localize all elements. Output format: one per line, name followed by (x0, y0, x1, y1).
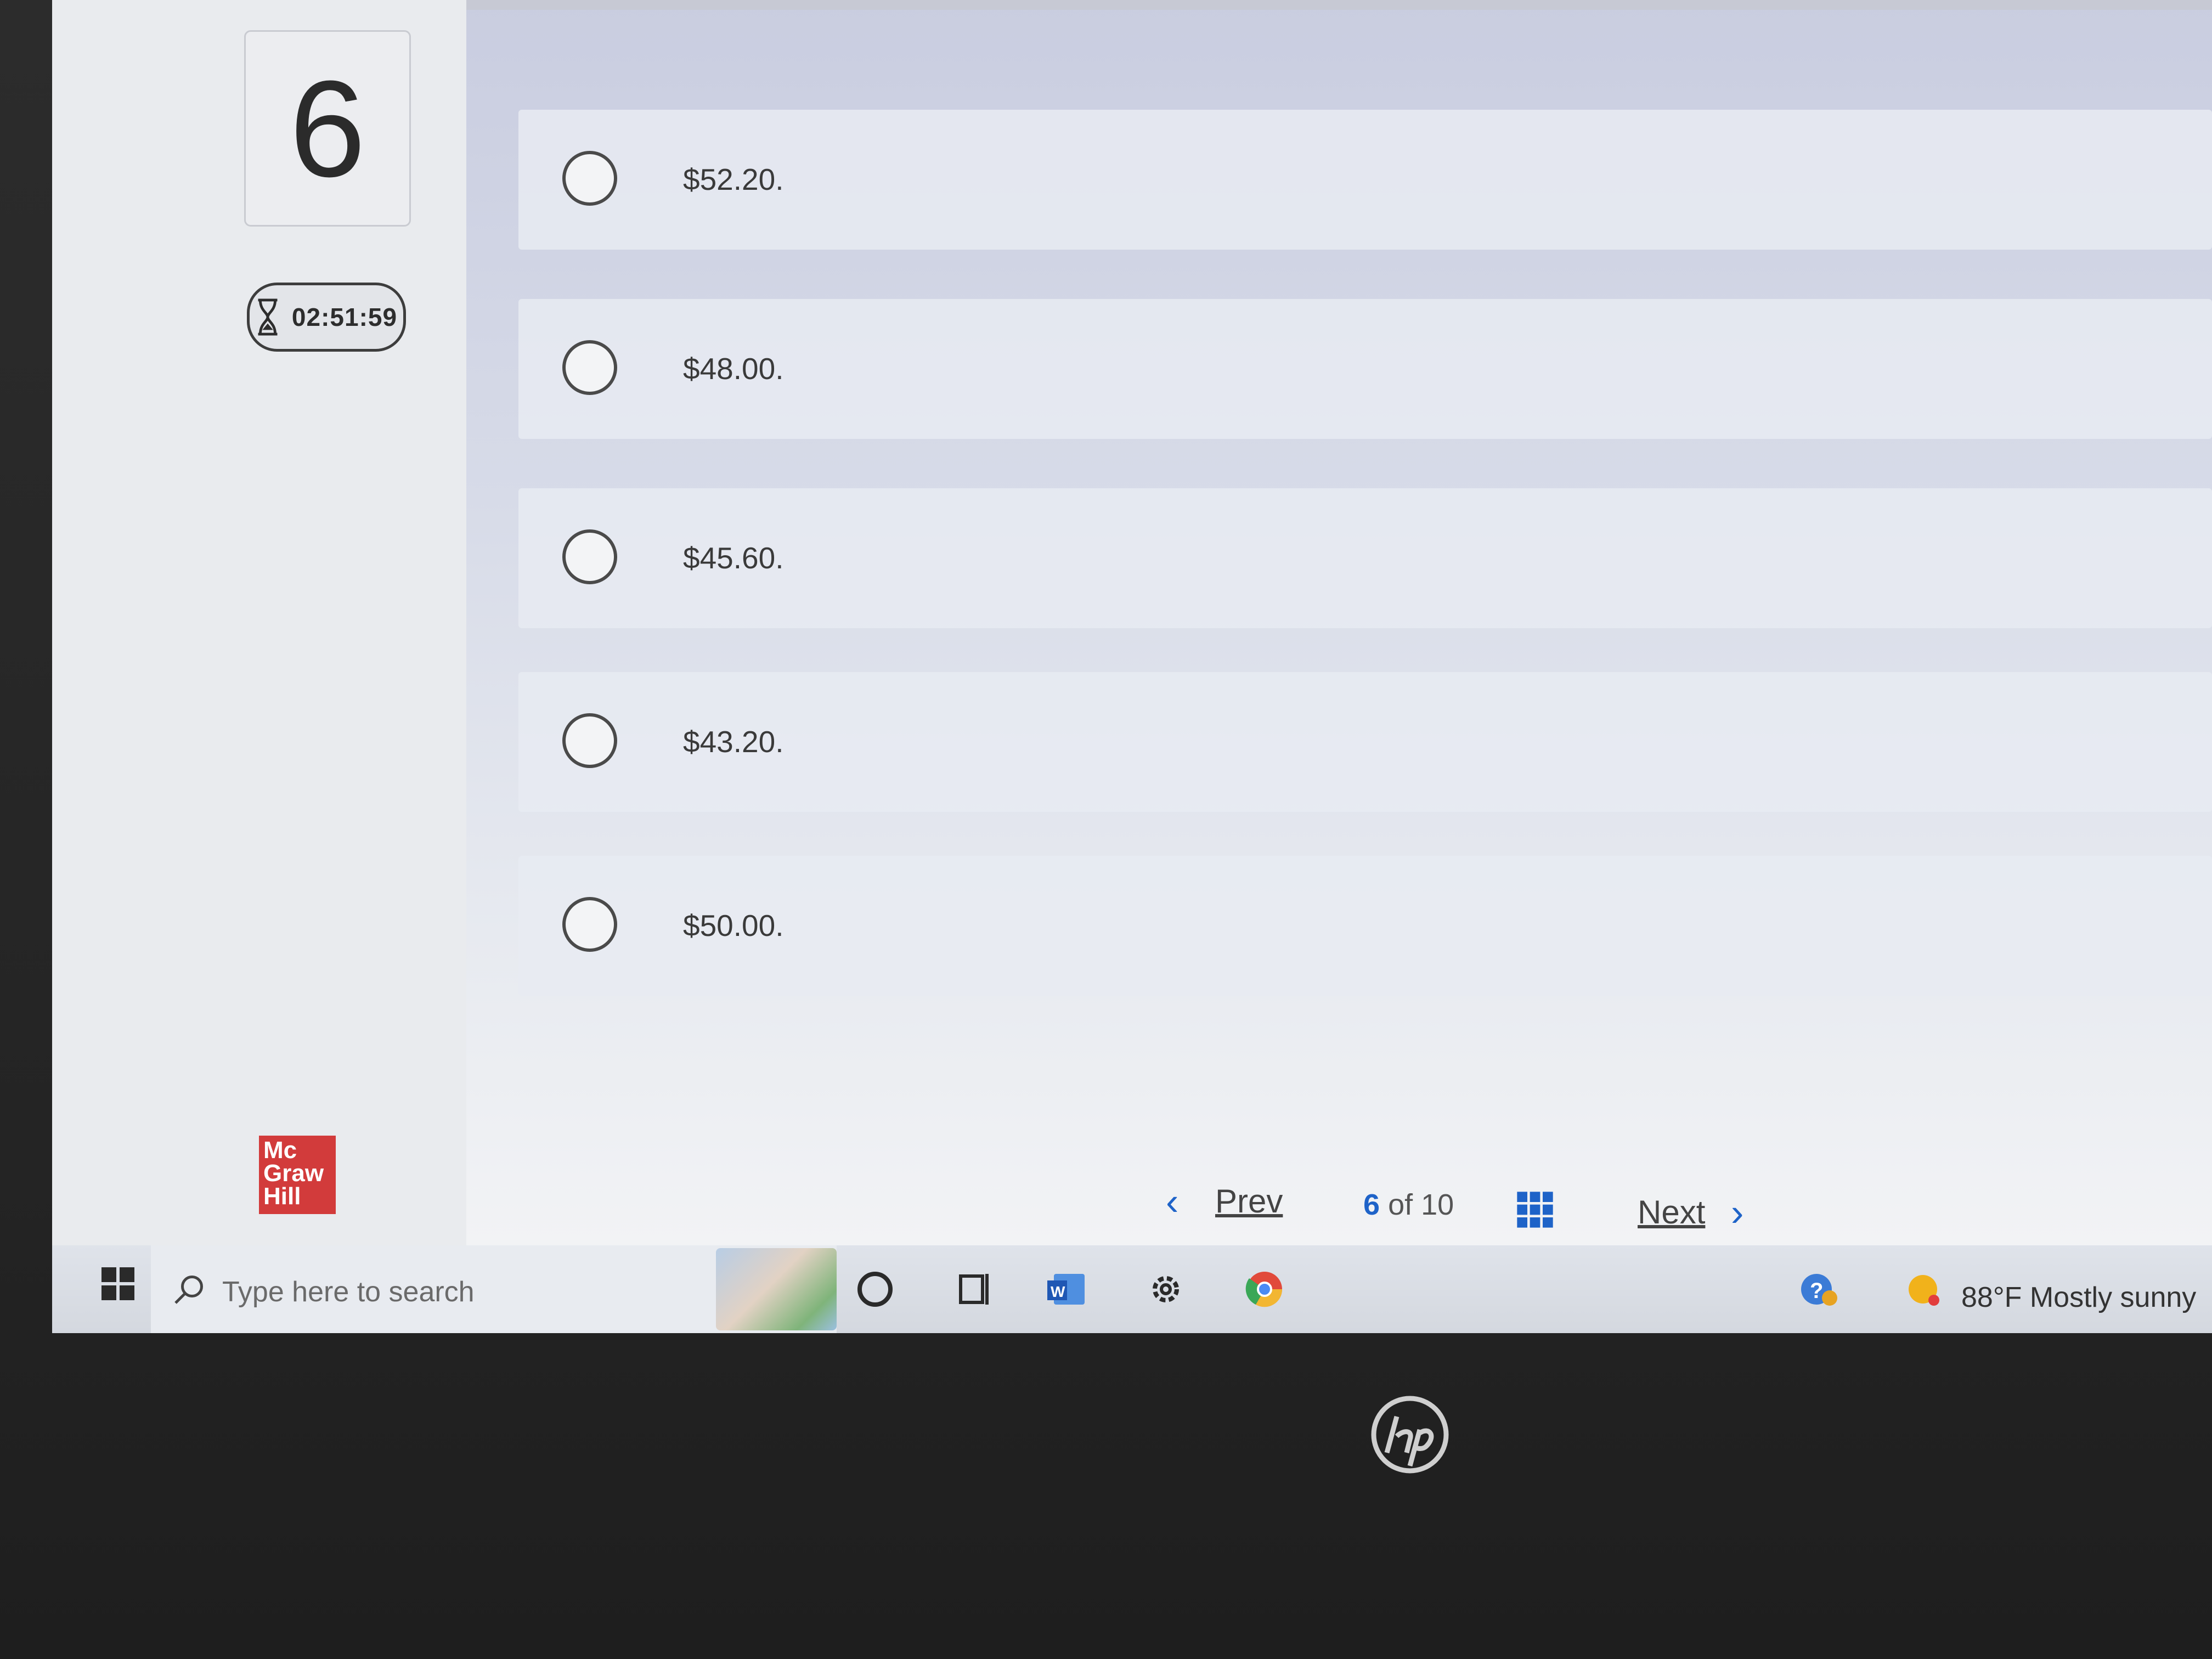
answer-label: $50.00. (683, 909, 784, 943)
search-highlight-image (716, 1248, 837, 1330)
answer-option[interactable]: $52.20. (518, 110, 2212, 250)
svg-text:W: W (1051, 1283, 1065, 1300)
page-total: of 10 (1388, 1188, 1454, 1221)
timer-text: 02:51:59 (291, 303, 398, 331)
radio-button[interactable] (562, 340, 617, 395)
weather-sun-icon[interactable] (1901, 1267, 1945, 1311)
top-strip (466, 0, 2212, 10)
cortana-icon[interactable] (853, 1267, 897, 1311)
settings-gear-icon[interactable] (1144, 1267, 1188, 1311)
next-button[interactable]: Next (1638, 1193, 1705, 1231)
help-icon[interactable]: ? (1797, 1267, 1841, 1311)
svg-text:?: ? (1810, 1279, 1823, 1303)
chrome-icon[interactable] (1243, 1267, 1286, 1311)
answer-label: $48.00. (683, 352, 784, 386)
chevron-left-icon[interactable]: ‹ (1166, 1180, 1178, 1223)
screen: 6 02:51:59 Mc Graw Hill $52.20. $48.00. … (52, 0, 2212, 1333)
weather-text[interactable]: 88°F Mostly sunny (1961, 1281, 2196, 1314)
answer-option[interactable]: $50.00. (518, 856, 2212, 996)
answer-option[interactable]: $48.00. (518, 299, 2212, 439)
task-view-icon[interactable] (952, 1267, 996, 1311)
radio-button[interactable] (562, 713, 617, 768)
search-icon (174, 1276, 203, 1304)
question-sidebar: 6 02:51:59 Mc Graw Hill (52, 0, 466, 1245)
timer[interactable]: 02:51:59 (247, 283, 406, 352)
answer-label: $45.60. (683, 541, 784, 575)
mcgraw-hill-logo: Mc Graw Hill (259, 1136, 336, 1214)
answer-option[interactable]: $45.60. (518, 488, 2212, 628)
logo-line: Mc (263, 1137, 297, 1164)
question-number: 6 (244, 30, 411, 227)
hp-logo-icon (1371, 1396, 1449, 1474)
grid-icon[interactable] (1516, 1190, 1554, 1229)
prev-button[interactable]: Prev (1215, 1182, 1283, 1220)
logo-line: Graw (263, 1160, 324, 1187)
word-icon[interactable]: W (1045, 1267, 1089, 1311)
answer-label: $43.20. (683, 725, 784, 759)
search-placeholder: Type here to search (222, 1276, 475, 1308)
chevron-right-icon[interactable]: › (1731, 1190, 1743, 1234)
taskbar: Type here to search W ? 88°F Mostly sunn… (52, 1245, 2212, 1333)
answer-label: $52.20. (683, 162, 784, 196)
taskbar-search[interactable]: Type here to search (151, 1245, 837, 1333)
radio-button[interactable] (562, 897, 617, 952)
radio-button[interactable] (562, 529, 617, 584)
windows-start-icon[interactable] (101, 1267, 134, 1300)
logo-line: Hill (263, 1183, 301, 1210)
laptop-bezel: 6 02:51:59 Mc Graw Hill $52.20. $48.00. … (0, 0, 2212, 1659)
radio-button[interactable] (562, 151, 617, 206)
page-indicator[interactable]: 6 of 10 (1363, 1188, 1454, 1222)
hourglass-icon (258, 298, 278, 336)
page-current: 6 (1363, 1188, 1380, 1221)
answer-option[interactable]: $43.20. (518, 672, 2212, 812)
